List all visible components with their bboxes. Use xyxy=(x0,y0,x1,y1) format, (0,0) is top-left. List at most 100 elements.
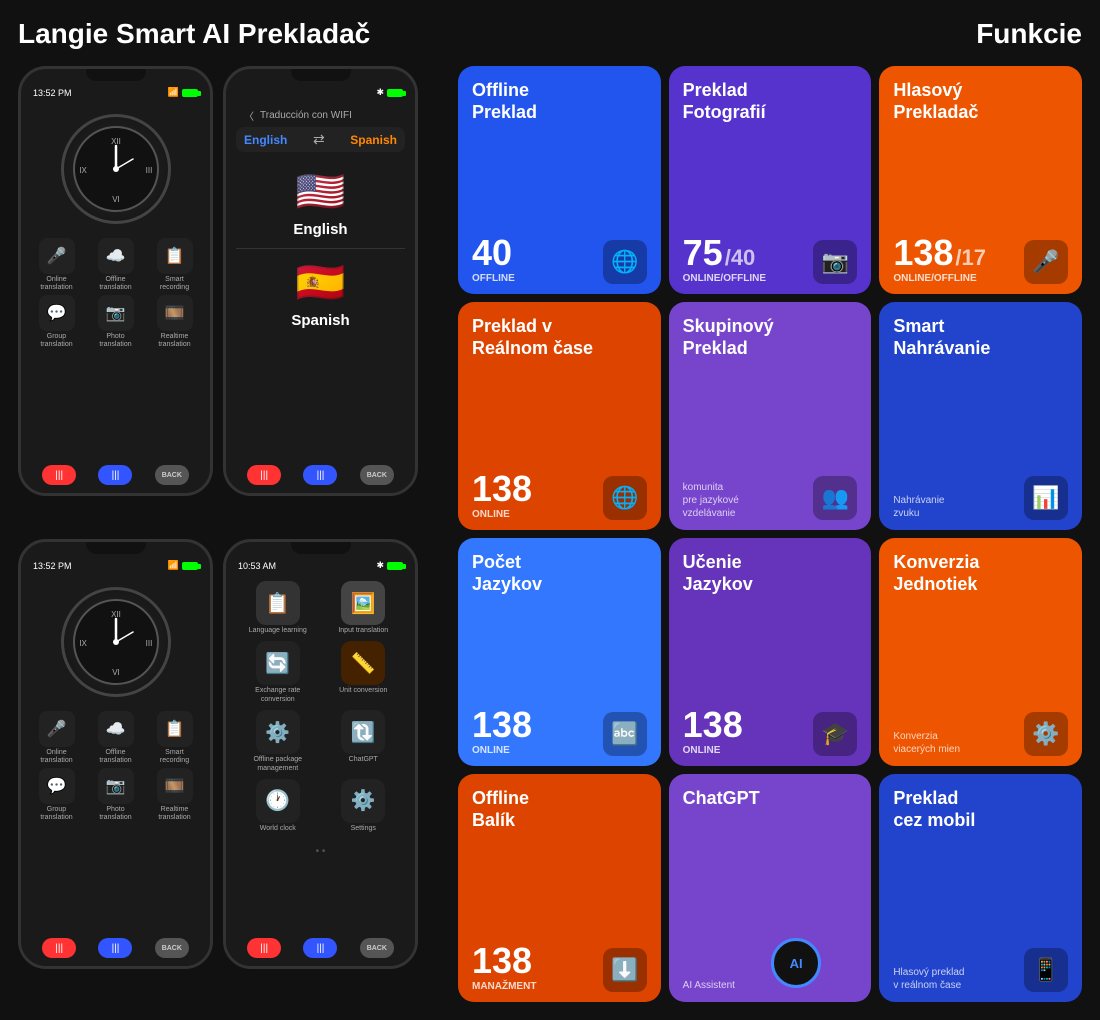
list-item[interactable]: 🔄 Exchange rateconversion xyxy=(238,641,318,704)
feature-icon: 📷 xyxy=(813,240,857,284)
watch-face-2: XII III VI IX xyxy=(61,587,171,697)
list-item[interactable]: 🎤 Onlinetranslation xyxy=(29,711,84,764)
count-area: 138 ONLINE xyxy=(683,707,743,756)
notch-3 xyxy=(86,542,146,554)
icon-label-offline: Offlinetranslation xyxy=(99,276,131,291)
feature-card[interactable]: ChatGPT AI Assistent AI xyxy=(669,774,872,1002)
phones-column: 13:52 PM 📶 XII III VI xyxy=(18,66,448,1002)
feature-label: ONLINE/OFFLINE xyxy=(683,273,766,284)
back-btn-1[interactable]: BACK xyxy=(155,465,189,485)
list-item[interactable]: 🕐 World clock xyxy=(238,779,318,833)
feature-card[interactable]: KonverziaJednotiek Konverziaviacerých mi… xyxy=(879,538,1082,766)
header: Langie Smart AI Prekladač Funkcie xyxy=(18,18,1082,50)
icon-label-group: Grouptranslation xyxy=(40,333,72,348)
swap-icon[interactable]: ⇄ xyxy=(313,131,325,148)
list-item[interactable]: 📷 Phototranslation xyxy=(88,768,143,821)
feature-title: Preklad vReálnom čase xyxy=(472,316,647,359)
phone-translation-top: ✱ 〈 Traducción con WIFI English ⇄ Spanis… xyxy=(223,66,418,496)
icon-label-online-3: Onlinetranslation xyxy=(40,749,72,764)
back-btn-3[interactable]: BACK xyxy=(155,938,189,958)
world-clock-label: World clock xyxy=(260,825,296,833)
feature-card[interactable]: OfflineBalík 138 MANAŽMENT ⬇️ xyxy=(458,774,661,1002)
features-grid: OfflinePreklad 40 OFFLINE 🌐 PrekladFotog… xyxy=(458,66,1082,1002)
list-item[interactable]: 💬 Grouptranslation xyxy=(29,768,84,821)
status-icons-4: ✱ xyxy=(376,560,403,571)
svg-text:III: III xyxy=(145,639,152,648)
svg-text:VI: VI xyxy=(112,668,120,677)
count-area: 138 ONLINE xyxy=(472,471,532,520)
lang-to-name: Spanish xyxy=(291,312,349,329)
list-item[interactable]: ⚙️ Settings xyxy=(324,779,404,833)
count-area: Hlasový prekladv reálnom čase xyxy=(893,962,964,992)
trans-header-title: Traducción con WIFI xyxy=(260,110,352,121)
notch xyxy=(86,69,146,81)
list-item[interactable]: ⚙️ Offline packagemanagement xyxy=(238,710,318,773)
feature-card[interactable]: Prekladcez mobil Hlasový prekladv reálno… xyxy=(879,774,1082,1002)
list-item[interactable]: 🔃 ChatGPT xyxy=(324,710,404,773)
realtime-icon-box: 🎞️ xyxy=(157,295,193,331)
list-item[interactable]: 🎞️ Realtimetranslation xyxy=(147,295,202,348)
phones-top-row: 13:52 PM 📶 XII III VI xyxy=(18,66,448,529)
feature-card[interactable]: PočetJazykov 138 ONLINE 🔤 xyxy=(458,538,661,766)
lang-learn-icon: 📋 xyxy=(256,581,300,625)
feature-bottom: 138 ONLINE 🌐 xyxy=(472,471,647,520)
svg-text:III: III xyxy=(145,166,152,175)
list-item[interactable]: 🎤 Onlinetranslation xyxy=(29,238,84,291)
red-btn-2[interactable]: ||| xyxy=(247,465,281,485)
exchange-label: Exchange rateconversion xyxy=(255,687,300,704)
battery-icon-4 xyxy=(387,562,403,570)
feature-count: 40 xyxy=(472,235,515,271)
feature-card[interactable]: Preklad vReálnom čase 138 ONLINE 🌐 xyxy=(458,302,661,530)
blue-btn-2[interactable]: ||| xyxy=(303,465,337,485)
phone-watch-top: 13:52 PM 📶 XII III VI xyxy=(18,66,213,496)
phone-icons-grid-3: 🎤 Onlinetranslation ☁️ Offlinetranslatio… xyxy=(29,711,202,822)
feature-count: 138 xyxy=(893,235,953,271)
list-item[interactable]: 💬 Grouptranslation xyxy=(29,295,84,348)
trans-header: 〈 Traducción con WIFI xyxy=(236,104,405,127)
record-icon-box-3: 📋 xyxy=(157,711,193,747)
group-icon-box: 💬 xyxy=(39,295,75,331)
feature-title: Prekladcez mobil xyxy=(893,788,1068,831)
feature-card[interactable]: PrekladFotografií 75 /40 ONLINE/OFFLINE … xyxy=(669,66,872,294)
wifi-icon-3: 📶 xyxy=(168,560,179,571)
feature-bottom: komunitapre jazykovévzdelávanie 👥 xyxy=(683,476,858,520)
list-item[interactable]: 📏 Unit conversion xyxy=(324,641,404,704)
list-item[interactable]: 📋 Language learning xyxy=(238,581,318,635)
feature-card[interactable]: UčenieJazykov 138 ONLINE 🎓 xyxy=(669,538,872,766)
feature-sublabel: Hlasový prekladv reálnom čase xyxy=(893,966,964,992)
blue-btn-1[interactable]: ||| xyxy=(98,465,132,485)
feature-title: PrekladFotografií xyxy=(683,80,858,123)
feature-card[interactable]: HlasovýPrekladač 138 /17 ONLINE/OFFLINE … xyxy=(879,66,1082,294)
blue-btn-4[interactable]: ||| xyxy=(303,938,337,958)
lang-from-name: English xyxy=(293,221,347,238)
lang-to-section: 🇪🇸 Spanish xyxy=(291,259,349,329)
back-btn-4[interactable]: BACK xyxy=(360,938,394,958)
feature-card[interactable]: SkupinovýPreklad komunitapre jazykovévzd… xyxy=(669,302,872,530)
unit-icon: 📏 xyxy=(341,641,385,685)
list-item[interactable]: 🖼️ Input translation xyxy=(324,581,404,635)
red-btn-3[interactable]: ||| xyxy=(42,938,76,958)
feature-bottom: 138 ONLINE 🎓 xyxy=(683,707,858,756)
status-bar-1: 13:52 PM 📶 xyxy=(21,81,210,100)
feature-bottom: 40 OFFLINE 🌐 xyxy=(472,235,647,284)
list-item[interactable]: 📷 Phototranslation xyxy=(88,295,143,348)
count-suffix: /40 xyxy=(725,245,756,271)
list-item[interactable]: ☁️ Offlinetranslation xyxy=(88,238,143,291)
feature-card[interactable]: SmartNahrávanie Nahrávaniezvuku 📊 xyxy=(879,302,1082,530)
list-item[interactable]: 📋 Smartrecording xyxy=(147,711,202,764)
notch-4 xyxy=(291,542,351,554)
list-item[interactable]: 📋 Smartrecording xyxy=(147,238,202,291)
phone-screen-1: XII III VI IX xyxy=(21,100,210,457)
blue-btn-3[interactable]: ||| xyxy=(98,938,132,958)
feature-bottom: AI Assistent AI xyxy=(683,934,858,992)
feature-icon: 👥 xyxy=(813,476,857,520)
feature-icon: 🌐 xyxy=(603,476,647,520)
red-btn-1[interactable]: ||| xyxy=(42,465,76,485)
feature-card[interactable]: OfflinePreklad 40 OFFLINE 🌐 xyxy=(458,66,661,294)
list-item[interactable]: ☁️ Offlinetranslation xyxy=(88,711,143,764)
phone-screen-4: 📋 Language learning 🖼️ Input translation… xyxy=(226,573,415,930)
list-item[interactable]: 🎞️ Realtimetranslation xyxy=(147,768,202,821)
back-arrow[interactable]: 〈 xyxy=(244,108,254,123)
red-btn-4[interactable]: ||| xyxy=(247,938,281,958)
back-btn-2[interactable]: BACK xyxy=(360,465,394,485)
